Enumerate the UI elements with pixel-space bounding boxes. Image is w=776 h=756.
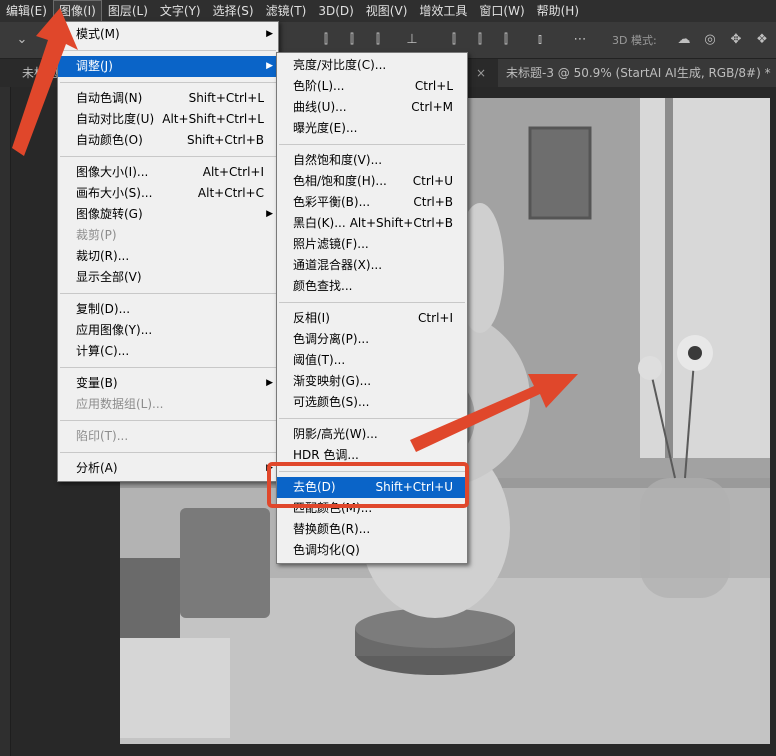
annotation-arrow-right-icon bbox=[410, 374, 578, 452]
annotation-arrows bbox=[12, 8, 578, 452]
annotation-arrow-up-icon bbox=[12, 8, 78, 156]
